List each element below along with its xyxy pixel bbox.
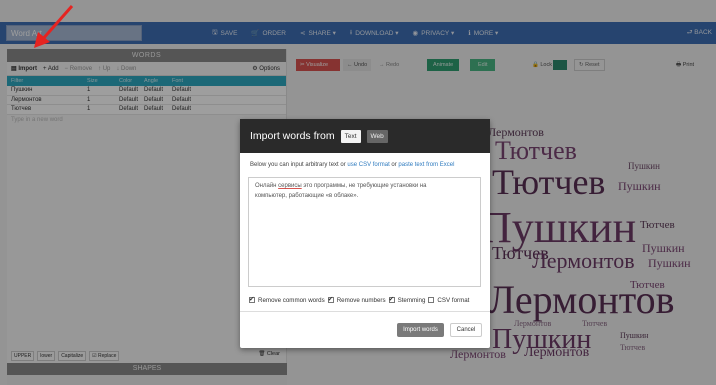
stemming-checkbox[interactable] [388, 295, 395, 303]
cancel-button[interactable]: Cancel [450, 323, 482, 337]
import-options: Remove common words Remove numbers Stemm… [248, 295, 469, 304]
remove-common-checkbox[interactable] [249, 295, 255, 303]
import-words-dialog: Import words from Text Web Below you can… [240, 119, 490, 348]
import-textarea[interactable]: Онлайн сервисы это программы, не требующ… [248, 177, 481, 287]
excel-paste-link[interactable]: paste text from Excel [398, 162, 454, 168]
red-arrow-annotation [34, 5, 74, 48]
dialog-description: Below you can input arbitrary text or us… [250, 162, 455, 168]
dialog-divider [240, 311, 490, 312]
remove-numbers-checkbox[interactable] [327, 295, 334, 303]
dialog-title: Import words from [250, 130, 335, 142]
tab-web[interactable]: Web [366, 129, 388, 143]
import-words-button[interactable]: Import words [397, 323, 444, 337]
tab-text[interactable]: Text [340, 129, 361, 143]
csv-format-checkbox[interactable] [428, 297, 435, 303]
csv-format-link[interactable]: use CSV format [347, 162, 389, 168]
dialog-header: Import words from Text Web [240, 119, 490, 153]
